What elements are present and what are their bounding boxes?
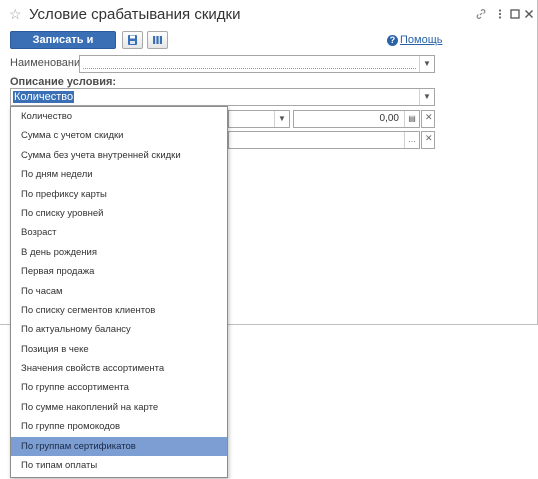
name-field[interactable]: ▼ <box>79 55 435 73</box>
dropdown-item[interactable]: По часам <box>11 282 227 301</box>
chevron-down-icon[interactable]: ▼ <box>419 89 434 105</box>
clear-amount-button[interactable]: ✕ <box>421 110 435 128</box>
ellipsis-icon[interactable]: … <box>404 132 419 148</box>
help-label: Помощь <box>400 34 443 46</box>
dropdown-item[interactable]: Количество <box>11 107 227 126</box>
dropdown-item[interactable]: По префиксу карты <box>11 185 227 204</box>
condition-dropdown-list[interactable]: Количество Сумма с учетом скидки Сумма без… <box>10 106 228 478</box>
comparison-select[interactable]: ▼ <box>228 110 290 128</box>
condition-select[interactable]: Количество ▼ <box>10 88 435 106</box>
title-bar: ☆ Условие срабатывания скидки <box>0 0 537 32</box>
amount-value: 0,00 <box>379 113 399 124</box>
dropdown-item[interactable]: По актуальному балансу <box>11 320 227 339</box>
dropdown-item[interactable]: По списку сегментов клиентов <box>11 301 227 320</box>
dropdown-item[interactable]: В день рождения <box>11 243 227 262</box>
dropdown-item[interactable]: Значения свойств ассортимента <box>11 359 227 378</box>
close-icon: ✕ <box>425 133 433 143</box>
close-icon[interactable] <box>522 8 536 22</box>
save-and-close-button[interactable]: Записать и закрыть <box>10 31 116 62</box>
dropdown-item[interactable]: Сумма без учета внутренней скидки <box>11 146 227 165</box>
dropdown-item[interactable]: По сумме накоплений на карте <box>11 398 227 417</box>
amount-field[interactable]: 0,00 ▤ <box>293 110 420 128</box>
close-icon: ✕ <box>425 112 433 122</box>
window-title: Условие срабатывания скидки <box>29 6 241 23</box>
link-icon[interactable] <box>474 8 488 22</box>
clear-value-button[interactable]: ✕ <box>421 131 435 149</box>
dropdown-item[interactable]: Возраст <box>11 223 227 242</box>
chevron-down-icon[interactable]: ▼ <box>274 111 289 127</box>
dropdown-item[interactable]: По группе ассортимента <box>11 378 227 397</box>
name-label: Наименование: <box>10 57 90 69</box>
help-icon: ? <box>387 35 398 46</box>
more-icon[interactable] <box>493 8 507 22</box>
name-field-underline <box>83 68 416 69</box>
more-actions-button[interactable] <box>147 31 168 49</box>
dropdown-item[interactable]: По типам оплаты <box>11 456 227 475</box>
chevron-down-icon[interactable]: ▼ <box>419 56 434 72</box>
help-link[interactable]: ? Помощь <box>387 34 443 46</box>
calculator-icon[interactable]: ▤ <box>404 111 419 127</box>
value-field[interactable]: … <box>228 131 420 149</box>
dropdown-item[interactable]: По группе промокодов <box>11 417 227 436</box>
save-button[interactable] <box>122 31 143 49</box>
dropdown-item[interactable]: Первая продажа <box>11 262 227 281</box>
star-icon[interactable]: ☆ <box>9 7 23 21</box>
dropdown-item[interactable]: По группам сертификатов <box>11 436 227 457</box>
condition-selected-value: Количество <box>13 91 75 103</box>
condition-label: Описание условия: <box>10 76 117 88</box>
maximize-icon[interactable] <box>508 8 522 22</box>
dropdown-item[interactable]: По списку уровней <box>11 204 227 223</box>
command-bar: Записать и закрыть ? Помощь <box>0 31 537 62</box>
dropdown-item[interactable]: Позиция в чеке <box>11 340 227 359</box>
dropdown-item[interactable]: Сумма с учетом скидки <box>11 126 227 145</box>
dropdown-item[interactable]: По дням недели <box>11 165 227 184</box>
